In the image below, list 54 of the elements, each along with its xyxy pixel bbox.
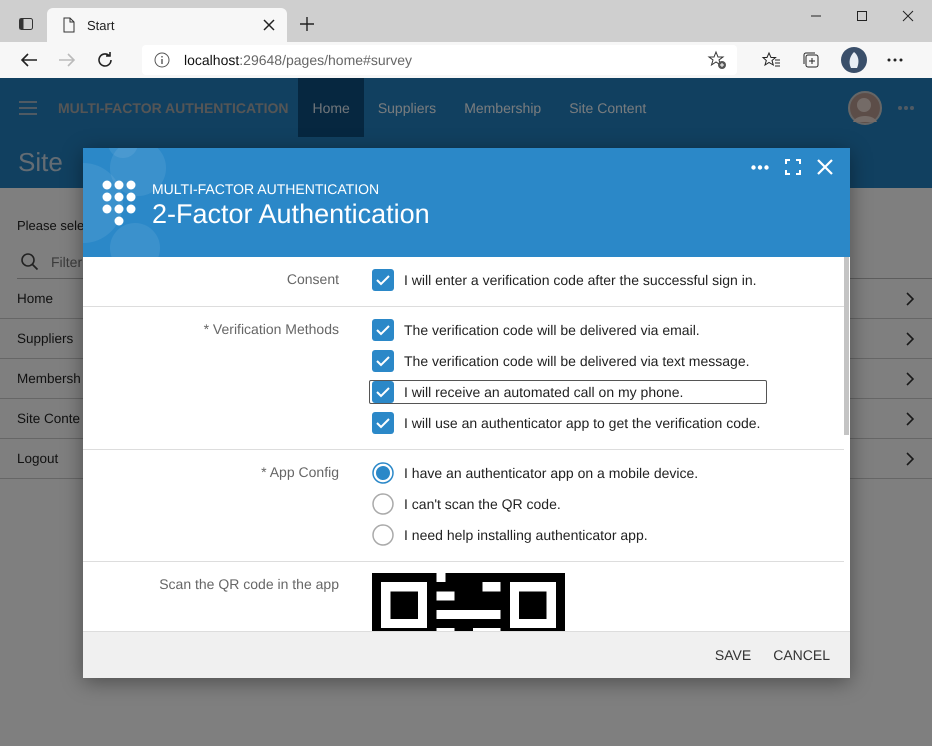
favorites-icon[interactable] [761,51,781,69]
refresh-icon[interactable] [96,51,114,69]
checkbox[interactable] [372,412,394,434]
address-field[interactable]: localhost:29648/pages/home#survey [142,45,737,75]
close-icon[interactable] [902,10,914,22]
radio-button[interactable] [372,524,394,546]
search-icon [21,253,39,271]
field-label: Scan the QR code in the app [158,575,339,594]
scrollbar-thumb[interactable] [844,257,849,435]
option-label: I need help installing authenticator app. [404,527,648,543]
page-title: Site [18,147,63,178]
tab-actions-icon[interactable] [18,16,34,32]
option-label: I can't scan the QR code. [404,496,561,512]
dialog-button[interactable]: SAVE [706,641,760,669]
more-icon[interactable] [887,58,903,62]
field-label: * Verification Methods [202,320,339,339]
dialog-button[interactable]: CANCEL [765,641,838,669]
info-icon [154,52,170,68]
option-label: The verification code will be delivered via email. [404,322,700,338]
radio-button[interactable] [372,493,394,515]
option-label: I have an authenticator app on a mobile device. [404,465,698,481]
checkbox[interactable] [372,269,394,291]
fullscreen-icon[interactable] [785,159,801,175]
option-label: The verification code will be delivered via text message. [404,353,750,369]
new-tab-icon[interactable] [299,16,315,32]
page-icon [63,17,75,33]
add-favorite-icon[interactable] [707,50,727,70]
option-label: I will enter a verification code after the successful sign in. [404,272,757,288]
close-icon[interactable] [263,19,275,31]
chevron-icon [906,292,914,306]
user-avatar[interactable] [848,90,882,124]
checkbox[interactable] [372,319,394,341]
maximize-icon[interactable] [856,10,868,22]
checkbox[interactable] [372,350,394,372]
dialog-title: 2-Factor Authentication [152,199,430,230]
field-label: Consent [286,270,339,289]
back-icon[interactable] [20,52,38,68]
chevron-icon [906,332,914,346]
chevron-icon [906,452,914,466]
profile-avatar[interactable] [841,47,867,73]
chevron-icon [906,372,914,386]
tab-title: Start [87,18,116,32]
radio-button[interactable] [372,462,394,484]
dialog-subtitle: MULTI-FACTOR AUTHENTICATION [152,181,380,197]
app-brand: MULTI-FACTOR AUTHENTICATION [58,100,288,116]
checkbox[interactable] [372,381,394,403]
prompt-text: Please sele [16,218,86,235]
option-label: I will receive an automated call on my phone. [404,384,684,400]
chevron-icon [906,412,914,426]
browser-tab[interactable]: Start [47,8,287,42]
option-label: I will use an authenticator app to get the verification code. [404,415,760,431]
keypad-icon [102,180,136,226]
field-label: * App Config [260,463,339,482]
collections-icon[interactable] [801,50,821,70]
